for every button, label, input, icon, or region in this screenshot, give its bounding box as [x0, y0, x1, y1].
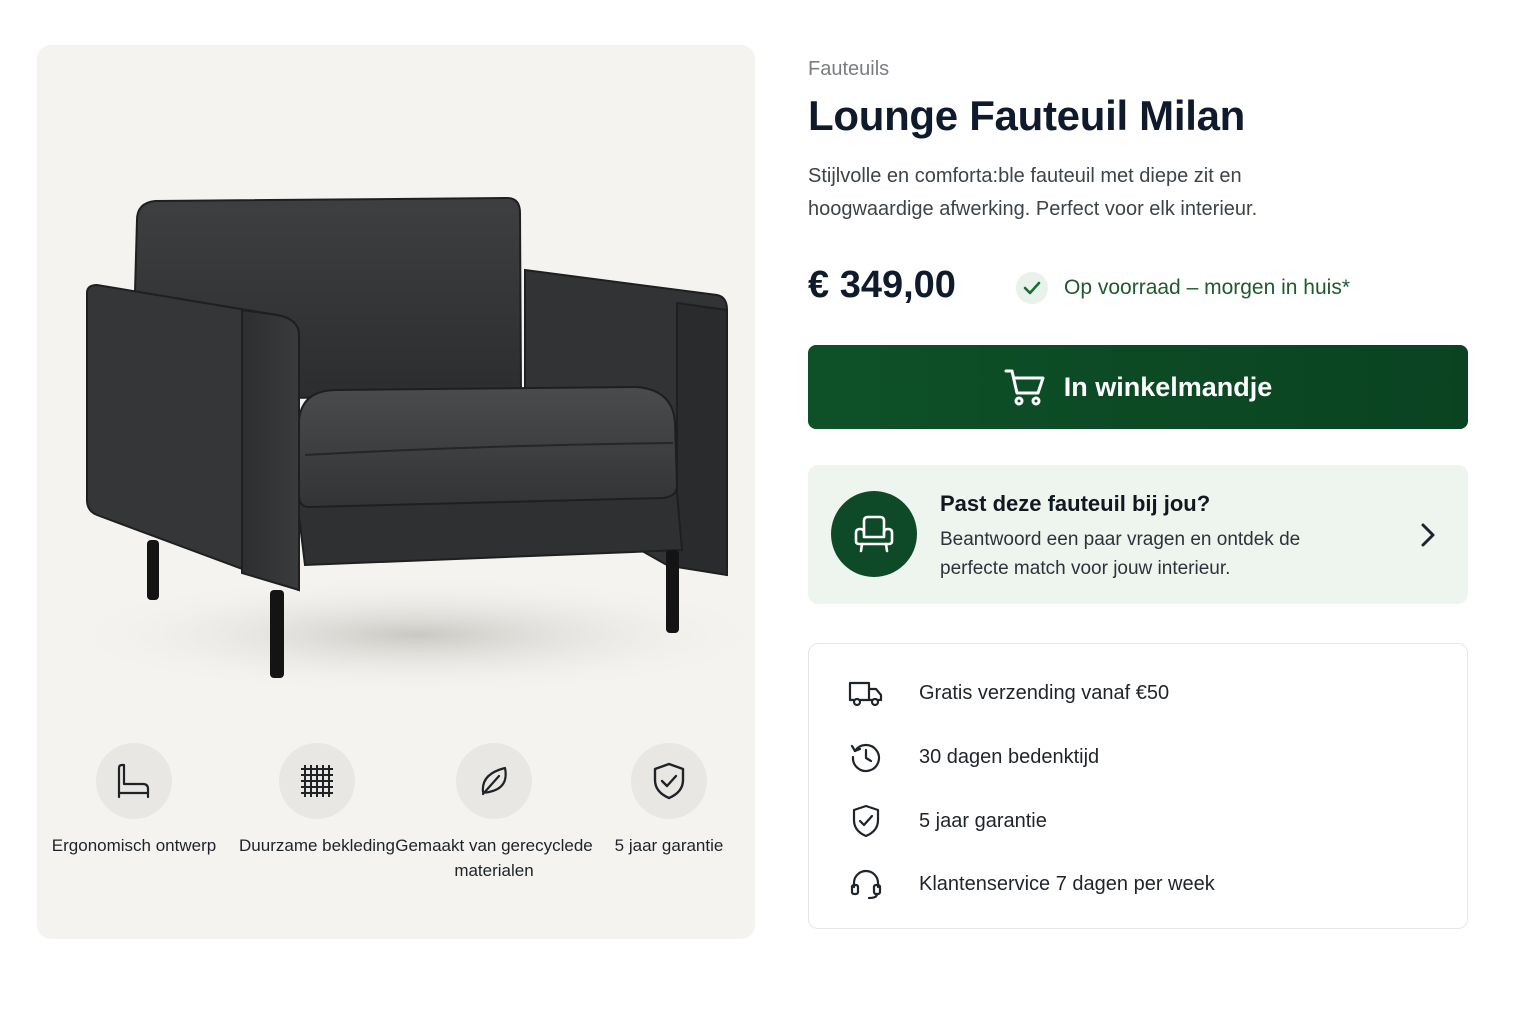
headset-icon [847, 865, 885, 903]
feature-label: Duurzame bekleding [239, 836, 395, 855]
shield-check-icon [631, 743, 707, 819]
feature-label: Gemaakt van gerecyclede materialen [395, 836, 593, 880]
benefit-text: 30 dagen bedenktijd [919, 745, 1100, 768]
product-description: Stijlvolle en comforta:ble fauteuil met … [808, 165, 1258, 220]
shield-check-icon [847, 802, 885, 840]
chevron-right-icon [1421, 523, 1435, 547]
breadcrumb-category[interactable]: Fauteuils [808, 58, 889, 81]
product-details: Fauteuils Lounge Fauteuil Milan Stijlvol… [808, 0, 1468, 1024]
benefit-shipping: Gratis verzending vanaf €50 [847, 673, 1447, 713]
cart-icon [1004, 369, 1045, 406]
feature-recycled: Gemaakt van gerecyclede materialen [394, 743, 594, 883]
fabric-weave-icon [279, 743, 355, 819]
product-price: € 349,00 [808, 264, 956, 306]
fit-quiz-title: Past deze fauteuil bij jou? [940, 491, 1211, 516]
feature-ergonomic: Ergonomisch ontwerp [37, 743, 234, 858]
fit-quiz-text: Beantwoord een paar vragen en ontdek de … [940, 529, 1301, 579]
stock-status-text: Op voorraad – morgen in huis* [1064, 276, 1350, 299]
history-icon [847, 738, 885, 776]
product-image-armchair [57, 196, 755, 695]
benefit-text: 5 jaar garantie [919, 809, 1047, 832]
truck-icon [847, 674, 885, 712]
stock-status: Op voorraad – morgen in huis* [1016, 272, 1350, 304]
benefit-text: Klantenservice 7 dagen per week [919, 872, 1215, 895]
benefit-return: 30 dagen bedenktijd [847, 737, 1447, 777]
armchair-icon [831, 491, 917, 577]
product-image-panel: Ergonomisch ontwerp Duurzame bekleding G… [37, 45, 755, 939]
feature-label: 5 jaar garantie [614, 836, 724, 855]
benefit-text: Gratis verzending vanaf €50 [919, 681, 1170, 704]
benefit-warranty: 5 jaar garantie [847, 801, 1447, 841]
benefit-support: Klantenservice 7 dagen per week [847, 864, 1447, 904]
feature-label: Ergonomisch ontwerp [51, 836, 217, 855]
add-to-cart-label: In winkelmandje [1063, 371, 1273, 402]
chair-outline-icon [96, 743, 172, 819]
feature-fabric: Duurzame bekleding [217, 743, 417, 858]
add-to-cart-button[interactable]: In winkelmandje [808, 345, 1468, 429]
feature-list: Ergonomisch ontwerp Duurzame bekleding G… [37, 743, 755, 923]
leaf-icon [456, 743, 532, 819]
fit-quiz-card[interactable]: Past deze fauteuil bij jou? Beantwoord e… [808, 465, 1468, 604]
check-icon [1016, 272, 1048, 304]
benefits-card: Gratis verzending vanaf €50 30 dagen bed… [808, 643, 1468, 929]
feature-warranty: 5 jaar garantie [569, 743, 755, 858]
product-title: Lounge Fauteuil Milan [808, 92, 1246, 139]
